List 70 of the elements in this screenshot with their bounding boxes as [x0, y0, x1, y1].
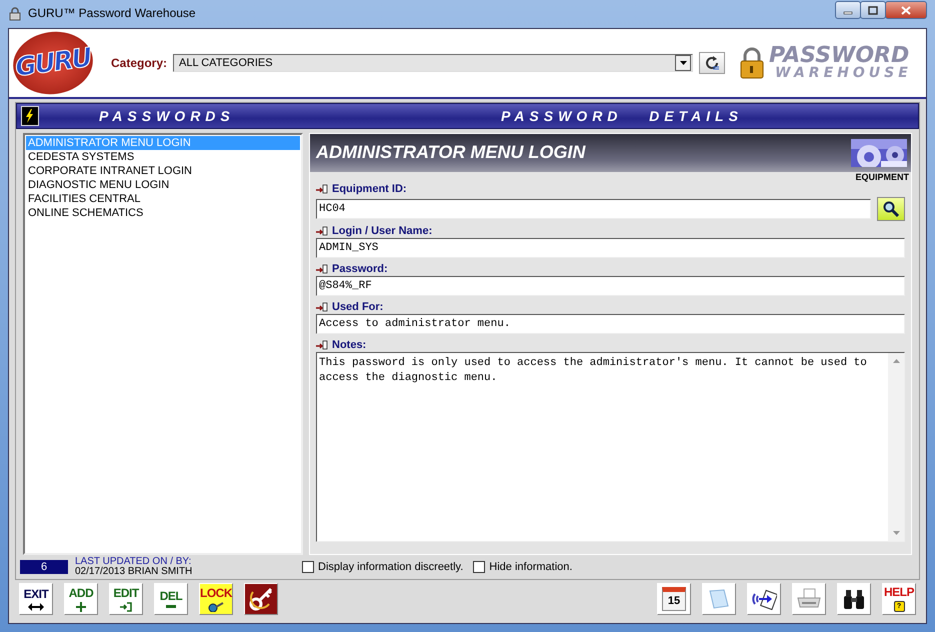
- field-label: Used For:: [332, 300, 384, 313]
- delete-button[interactable]: DEL: [154, 583, 188, 615]
- pin-icon: [316, 226, 328, 236]
- key-button[interactable]: [244, 583, 278, 615]
- field-label: Password:: [332, 262, 388, 275]
- notes-field[interactable]: This password is only used to access the administrator's menu. It cannot be used to access the diagnostic menu.: [316, 352, 905, 542]
- dropdown-arrow-icon: [680, 61, 687, 65]
- lightning-icon: [25, 109, 35, 123]
- window-title: GURU™ Password Warehouse: [28, 6, 197, 20]
- input-field[interactable]: HC04: [316, 198, 871, 219]
- scroll-down-icon: [892, 531, 900, 536]
- close-icon: [901, 6, 911, 14]
- maximize-button[interactable]: [860, 1, 886, 19]
- lock-button[interactable]: LOCK: [199, 583, 233, 615]
- password-details-heading: PASSWORD DETAILS: [501, 108, 743, 124]
- padlock-icon: [739, 47, 766, 79]
- entry-title: ADMINISTRATOR MENU LOGIN: [316, 142, 586, 164]
- checkbox-label: Display information discreetly.: [318, 561, 464, 573]
- record-count: 6: [20, 560, 68, 574]
- category-label: Category:: [111, 56, 168, 70]
- last-updated-value: 02/17/2013 BRIAN SMITH: [75, 567, 194, 577]
- pin-icon: [316, 264, 328, 274]
- find-button[interactable]: [837, 583, 871, 615]
- minimize-button[interactable]: [835, 1, 861, 19]
- field-label: Notes:: [332, 338, 366, 351]
- edit-button[interactable]: EDIT: [109, 583, 143, 615]
- pin-icon: [316, 302, 328, 312]
- print-button[interactable]: [792, 583, 826, 615]
- passwords-heading: PASSWORDS: [99, 108, 236, 124]
- note-icon: [708, 588, 730, 610]
- field-label: Login / User Name:: [332, 224, 432, 237]
- brand-title: PASSWORD: [769, 46, 910, 66]
- brand-subtitle: WAREHOUSE: [775, 66, 912, 80]
- checkbox-label: Hide information.: [489, 561, 572, 573]
- printer-icon: [796, 588, 822, 610]
- password-list-item[interactable]: ONLINE SCHEMATICS: [26, 206, 300, 220]
- password-list-item[interactable]: FACILITIES CENTRAL: [26, 192, 300, 206]
- close-button[interactable]: [885, 1, 927, 19]
- checkbox[interactable]: [302, 561, 314, 573]
- scroll-up-icon: [892, 359, 900, 364]
- pin-icon: [316, 184, 328, 194]
- plus-icon: [76, 602, 86, 612]
- binoculars-icon: [842, 588, 866, 610]
- transfer-icon: [751, 588, 777, 610]
- picture-caption: EQUIPMENT: [855, 172, 909, 183]
- minus-icon: [166, 605, 176, 608]
- password-list-item[interactable]: DIAGNOSTIC MENU LOGIN: [26, 178, 300, 192]
- pin-icon: [316, 340, 328, 350]
- checkbox[interactable]: [473, 561, 486, 573]
- password-list-item[interactable]: CEDESTA SYSTEMS: [26, 150, 300, 164]
- category-dropdown[interactable]: ALL CATEGORIES: [173, 54, 694, 72]
- lock-icon: [8, 7, 22, 21]
- exit-arrows-icon: [28, 602, 44, 610]
- calendar-button[interactable]: 15: [657, 583, 691, 615]
- note-button[interactable]: [702, 583, 736, 615]
- search-button[interactable]: [877, 196, 905, 221]
- exit-button[interactable]: EXIT: [19, 583, 53, 615]
- refresh-icon: [704, 55, 720, 71]
- transfer-button[interactable]: [747, 583, 781, 615]
- input-field[interactable]: @S84%_RF: [316, 276, 905, 296]
- input-field[interactable]: ADMIN_SYS: [316, 238, 905, 258]
- maximize-icon: [868, 6, 878, 14]
- refresh-button[interactable]: [699, 52, 726, 74]
- last-updated-label: LAST UPDATED ON / BY:: [75, 557, 192, 567]
- password-list-item[interactable]: CORPORATE INTRANET LOGIN: [26, 164, 300, 178]
- input-field[interactable]: Access to administrator menu.: [316, 314, 905, 334]
- enter-icon: [120, 602, 132, 612]
- search-icon: [883, 200, 899, 217]
- add-button[interactable]: ADD: [64, 583, 98, 615]
- field-label: Equipment ID:: [332, 183, 407, 196]
